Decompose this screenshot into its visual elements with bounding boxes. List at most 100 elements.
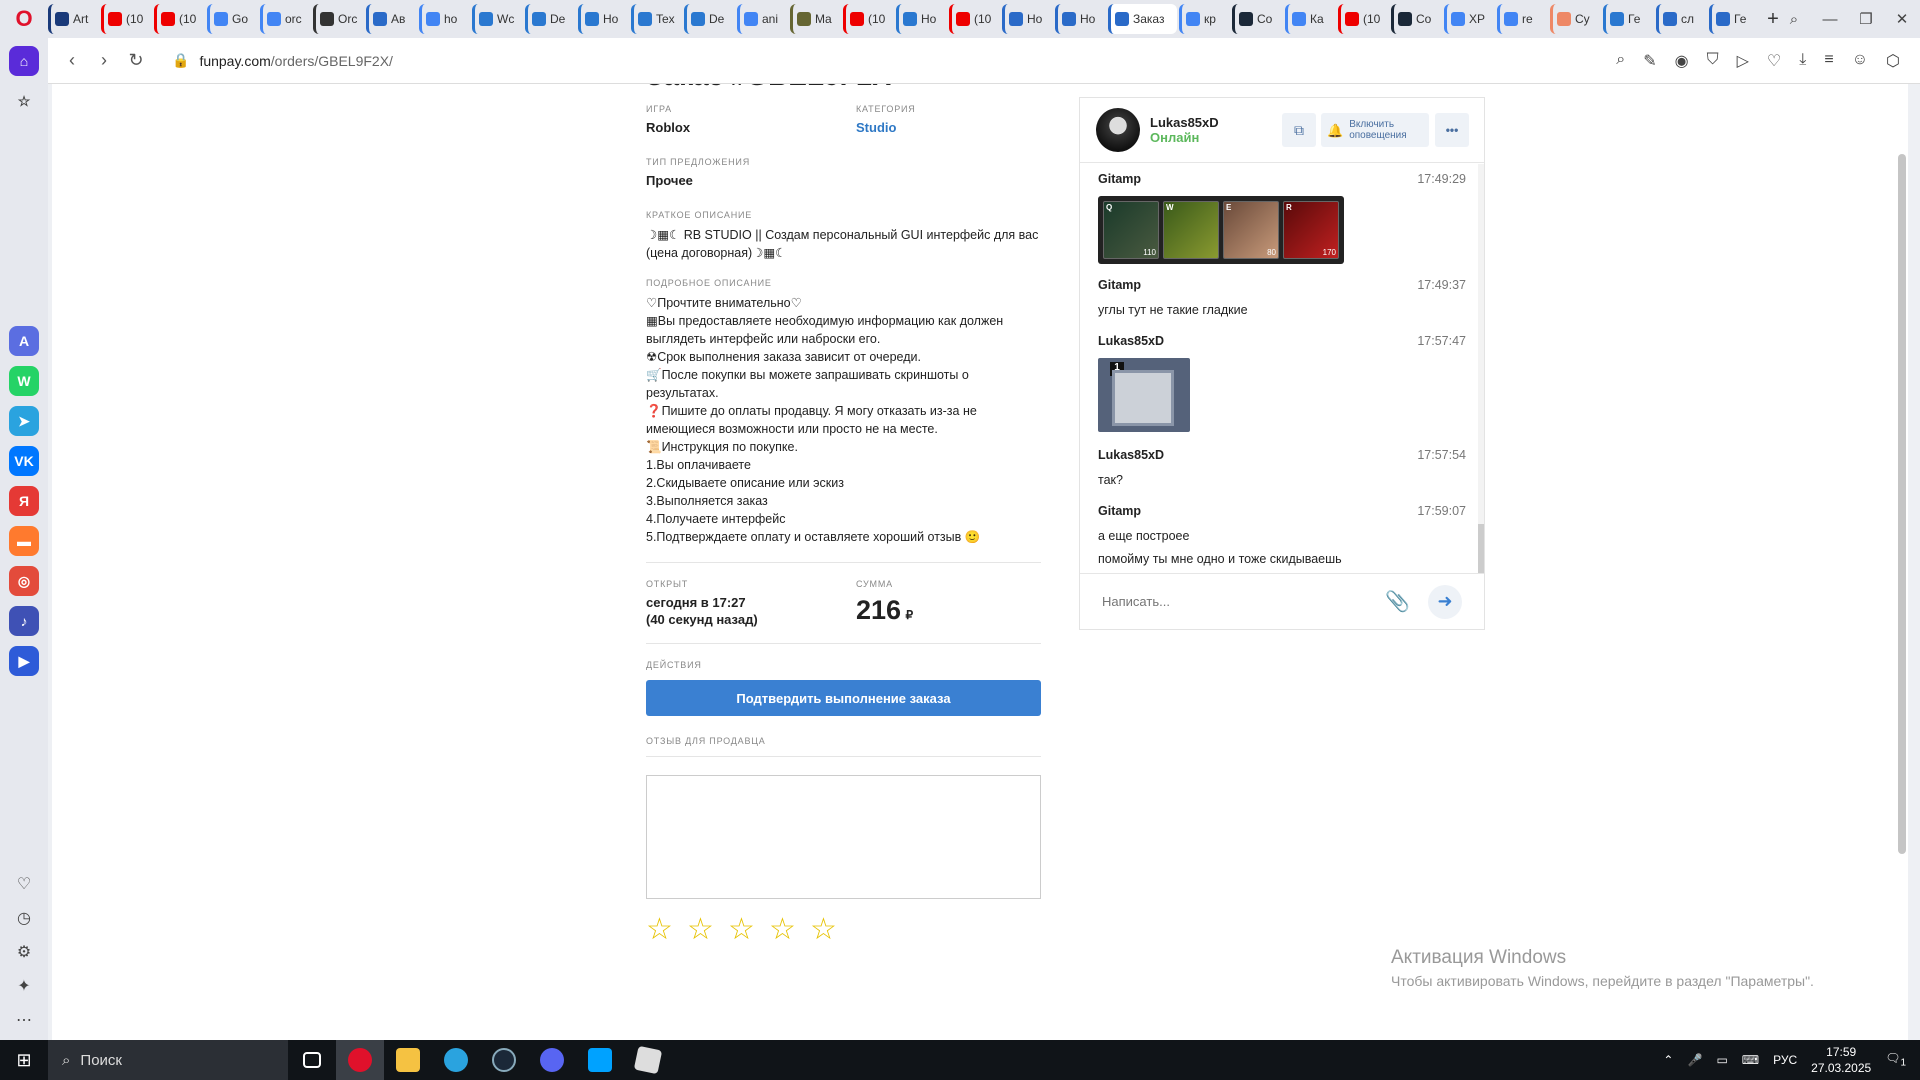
review-textarea[interactable] — [646, 775, 1041, 899]
browser-tab[interactable]: Ав — [366, 4, 417, 34]
camera-icon[interactable]: ◉ — [1675, 51, 1689, 71]
more-icon[interactable]: ⋯ — [16, 1010, 32, 1030]
app-icon[interactable]: ◎ — [9, 566, 39, 596]
reload-button[interactable]: ↻ — [120, 50, 152, 71]
message-author[interactable]: Gitamp — [1098, 172, 1141, 186]
network-icon[interactable]: ▭ — [1716, 1053, 1727, 1067]
message-author[interactable]: Lukas85xD — [1098, 448, 1164, 462]
browser-tab[interactable]: Заказ — [1108, 4, 1177, 34]
browser-tab[interactable]: XP — [1444, 4, 1495, 34]
minimize-button[interactable]: — — [1812, 11, 1848, 28]
browser-tab[interactable]: Ка — [1285, 4, 1336, 34]
browser-tab[interactable]: Ho — [1055, 4, 1106, 34]
opera-logo[interactable]: O — [0, 0, 48, 38]
steam-icon[interactable] — [480, 1040, 528, 1080]
taskbar-search[interactable]: ⌕ Поиск — [48, 1040, 288, 1080]
star-icon[interactable]: ☆ — [687, 915, 715, 945]
send-icon[interactable]: ▷ — [1737, 51, 1749, 71]
star-icon[interactable]: ☆ — [728, 915, 756, 945]
star-icon[interactable]: ☆ — [810, 915, 838, 945]
browser-tab[interactable]: Су — [1550, 4, 1601, 34]
close-window-button[interactable]: ✕ — [1884, 10, 1920, 28]
attach-icon[interactable]: 📎 — [1385, 589, 1410, 614]
chat-message-input[interactable] — [1102, 594, 1386, 609]
edit-icon[interactable]: ✎ — [1643, 51, 1656, 71]
image-thumbnail[interactable]: 1 — [1098, 358, 1190, 432]
browser-tab[interactable]: Ге — [1603, 4, 1654, 34]
whatsapp-icon[interactable]: W — [9, 366, 39, 396]
browser-tab[interactable]: (10 — [1338, 4, 1389, 34]
telegram-taskbar-icon[interactable] — [432, 1040, 480, 1080]
browser-tab[interactable]: Ho — [1002, 4, 1053, 34]
notifications-icon[interactable]: 🗨1 — [1885, 1051, 1906, 1068]
browser-tab[interactable]: Ho — [896, 4, 947, 34]
browser-tab[interactable]: (10 — [154, 4, 205, 34]
chat-scrollbar[interactable] — [1478, 164, 1484, 574]
skills-image[interactable]: Q 110 W E 80 R 170 — [1098, 196, 1344, 264]
more-options-button[interactable]: ••• — [1435, 113, 1469, 147]
browser-tab[interactable]: re — [1497, 4, 1548, 34]
aria-icon[interactable]: A — [9, 326, 39, 356]
windows-start-icon[interactable]: ⊞ — [0, 1040, 48, 1080]
category-link[interactable]: Studio — [856, 120, 916, 135]
copy-icon[interactable]: ⧉ — [1282, 113, 1316, 147]
roblox-icon[interactable] — [624, 1040, 672, 1080]
player-icon[interactable]: ▶ — [9, 646, 39, 676]
browser-tab[interactable]: De — [525, 4, 576, 34]
forward-button[interactable]: › — [88, 50, 120, 71]
browser-tab[interactable]: Tex — [631, 4, 682, 34]
vk-icon[interactable]: VK — [9, 446, 39, 476]
history-icon[interactable]: ◷ — [17, 908, 31, 928]
opera-taskbar-icon[interactable] — [336, 1040, 384, 1080]
heart-icon[interactable]: ♡ — [17, 874, 31, 894]
browser-tab[interactable]: ani — [737, 4, 788, 34]
back-button[interactable]: ‹ — [56, 50, 88, 71]
browser-tab[interactable]: (10 — [843, 4, 894, 34]
browser-tab[interactable]: De — [684, 4, 735, 34]
browser-tab[interactable]: (10 — [949, 4, 1000, 34]
browser-tab[interactable]: Art — [48, 4, 99, 34]
message-author[interactable]: Gitamp — [1098, 278, 1141, 292]
browser-tab[interactable]: сл — [1656, 4, 1707, 34]
notify-button[interactable]: 🔔 Включить оповещения — [1321, 113, 1429, 147]
message-author[interactable]: Lukas85xD — [1098, 334, 1164, 348]
language-indicator[interactable]: РУС — [1773, 1053, 1797, 1067]
clock[interactable]: 17:59 27.03.2025 — [1811, 1044, 1871, 1076]
browser-tab[interactable]: Ma — [790, 4, 841, 34]
profile-icon[interactable]: ☺ — [1852, 51, 1868, 71]
chevron-up-icon[interactable]: ⌃ — [1663, 1053, 1673, 1067]
music-icon[interactable]: ♪ — [9, 606, 39, 636]
browser-tab[interactable]: (10 — [101, 4, 152, 34]
wallet-icon[interactable]: ▬ — [9, 526, 39, 556]
restore-button[interactable]: ❐ — [1848, 10, 1884, 28]
roblox-studio-icon[interactable] — [576, 1040, 624, 1080]
search-tabs-icon[interactable]: ⌕ — [1776, 11, 1812, 28]
find-icon[interactable]: ⌕ — [1616, 51, 1625, 71]
page-scrollbar[interactable] — [1898, 84, 1906, 1040]
send-arrow-icon[interactable]: ➜ — [1428, 584, 1462, 619]
home-icon[interactable]: ⌂ — [9, 46, 39, 76]
bookmarks-icon[interactable]: ☆ — [9, 86, 39, 116]
browser-tab[interactable]: Co — [1391, 4, 1442, 34]
settings-icon[interactable]: ⚙ — [17, 942, 31, 962]
telegram-icon[interactable]: ➤ — [9, 406, 39, 436]
yandex-icon[interactable]: Я — [9, 486, 39, 516]
confirm-order-button[interactable]: Подтвердить выполнение заказа — [646, 680, 1041, 716]
cube-icon[interactable]: ⬡ — [1886, 51, 1900, 71]
browser-tab[interactable]: кр — [1179, 4, 1230, 34]
download-icon[interactable]: ⤓ — [1799, 51, 1806, 71]
url-field[interactable]: 🔒 funpay.com/orders/GBEL9F2X/ — [172, 52, 393, 69]
tips-icon[interactable]: ✦ — [17, 976, 30, 996]
browser-tab[interactable]: Ho — [578, 4, 629, 34]
menu-icon[interactable]: ≡ — [1824, 51, 1833, 71]
keyboard-icon[interactable]: ⌨ — [1742, 1053, 1759, 1067]
favorite-icon[interactable]: ♡ — [1767, 51, 1781, 71]
discord-icon[interactable] — [528, 1040, 576, 1080]
chat-username[interactable]: Lukas85xD — [1150, 115, 1219, 130]
star-icon[interactable]: ☆ — [646, 915, 674, 945]
shield-icon[interactable]: ⛉ — [1707, 51, 1719, 71]
browser-tab[interactable]: Ге — [1709, 4, 1760, 34]
browser-tab[interactable]: ho — [419, 4, 470, 34]
browser-tab[interactable]: orc — [260, 4, 311, 34]
browser-tab[interactable]: Go — [207, 4, 258, 34]
